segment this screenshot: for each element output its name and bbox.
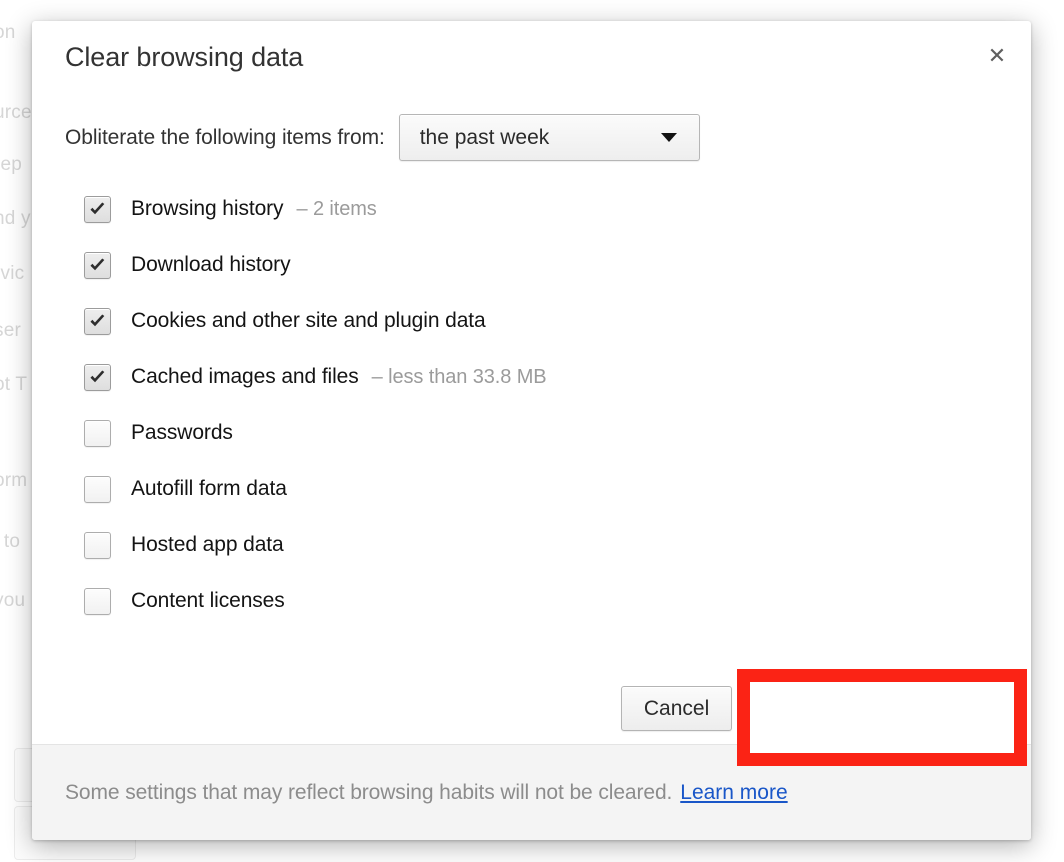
checkbox-unchecked-icon[interactable] (84, 532, 111, 559)
background-text-fragment: nd y (0, 208, 31, 230)
highlight-backing (750, 682, 1014, 753)
checkbox-unchecked-icon[interactable] (84, 420, 111, 447)
background-text-fragment: ser (0, 320, 21, 342)
checkbox-unchecked-icon[interactable] (84, 476, 111, 503)
dialog-title: Clear browsing data (65, 42, 303, 73)
dialog-footer: Some settings that may reflect browsing … (32, 744, 1031, 840)
background-text-fragment: rep (0, 154, 22, 176)
checkbox-row[interactable]: Download history (84, 237, 964, 293)
checkbox-label: Autofill form data (131, 477, 287, 501)
checkbox-detail: – less than 33.8 MB (372, 366, 547, 389)
cancel-button[interactable]: Cancel (621, 686, 732, 731)
time-range-select[interactable]: the past week (399, 114, 700, 161)
time-range-label: Obliterate the following items from: (65, 126, 385, 150)
checkbox-row[interactable]: Autofill form data (84, 461, 964, 517)
checkbox-checked-icon[interactable] (84, 308, 111, 335)
checkbox-label: Cached images and files (131, 365, 359, 389)
checkbox-row[interactable]: Hosted app data (84, 517, 964, 573)
data-type-checklist: Browsing history – 2 items Download histor… (84, 181, 964, 629)
chevron-down-icon (661, 133, 677, 142)
checkbox-checked-icon[interactable] (84, 364, 111, 391)
checkbox-label: Download history (131, 253, 290, 277)
checkbox-checked-icon[interactable] (84, 252, 111, 279)
close-icon[interactable]: ✕ (980, 39, 1014, 73)
checkbox-row[interactable]: Browsing history – 2 items (84, 181, 964, 237)
checkbox-label: Hosted app data (131, 533, 284, 557)
time-range-row: Obliterate the following items from: the… (65, 114, 700, 161)
checkbox-row[interactable]: Cookies and other site and plugin data (84, 293, 964, 349)
checkbox-label: Passwords (131, 421, 233, 445)
background-text-fragment: urce (0, 102, 32, 124)
dialog-body: ✕ Clear browsing data Obliterate the fol… (32, 21, 1031, 744)
checkbox-label: Content licenses (131, 589, 285, 613)
time-range-value: the past week (420, 126, 550, 150)
checkbox-row[interactable]: Passwords (84, 405, 964, 461)
background-text-fragment: orm (0, 470, 27, 492)
checkbox-checked-icon[interactable] (84, 196, 111, 223)
background-text-fragment: l to (0, 531, 20, 553)
clear-browsing-data-dialog: ✕ Clear browsing data Obliterate the fol… (32, 21, 1031, 840)
background-text-fragment: ot T (0, 374, 27, 396)
checkbox-row[interactable]: Cached images and files – less than 33.8 … (84, 349, 964, 405)
background-text-fragment: rvic (0, 263, 24, 285)
background-text-fragment: on (0, 22, 16, 44)
background-text-fragment: you (0, 590, 25, 612)
footer-note: Some settings that may reflect browsing … (65, 781, 672, 805)
checkbox-row[interactable]: Content licenses (84, 573, 964, 629)
checkbox-label: Browsing history (131, 197, 283, 221)
checkbox-detail: – 2 items (296, 198, 376, 221)
checkbox-unchecked-icon[interactable] (84, 588, 111, 615)
checkbox-label: Cookies and other site and plugin data (131, 309, 486, 333)
learn-more-link[interactable]: Learn more (680, 781, 787, 805)
